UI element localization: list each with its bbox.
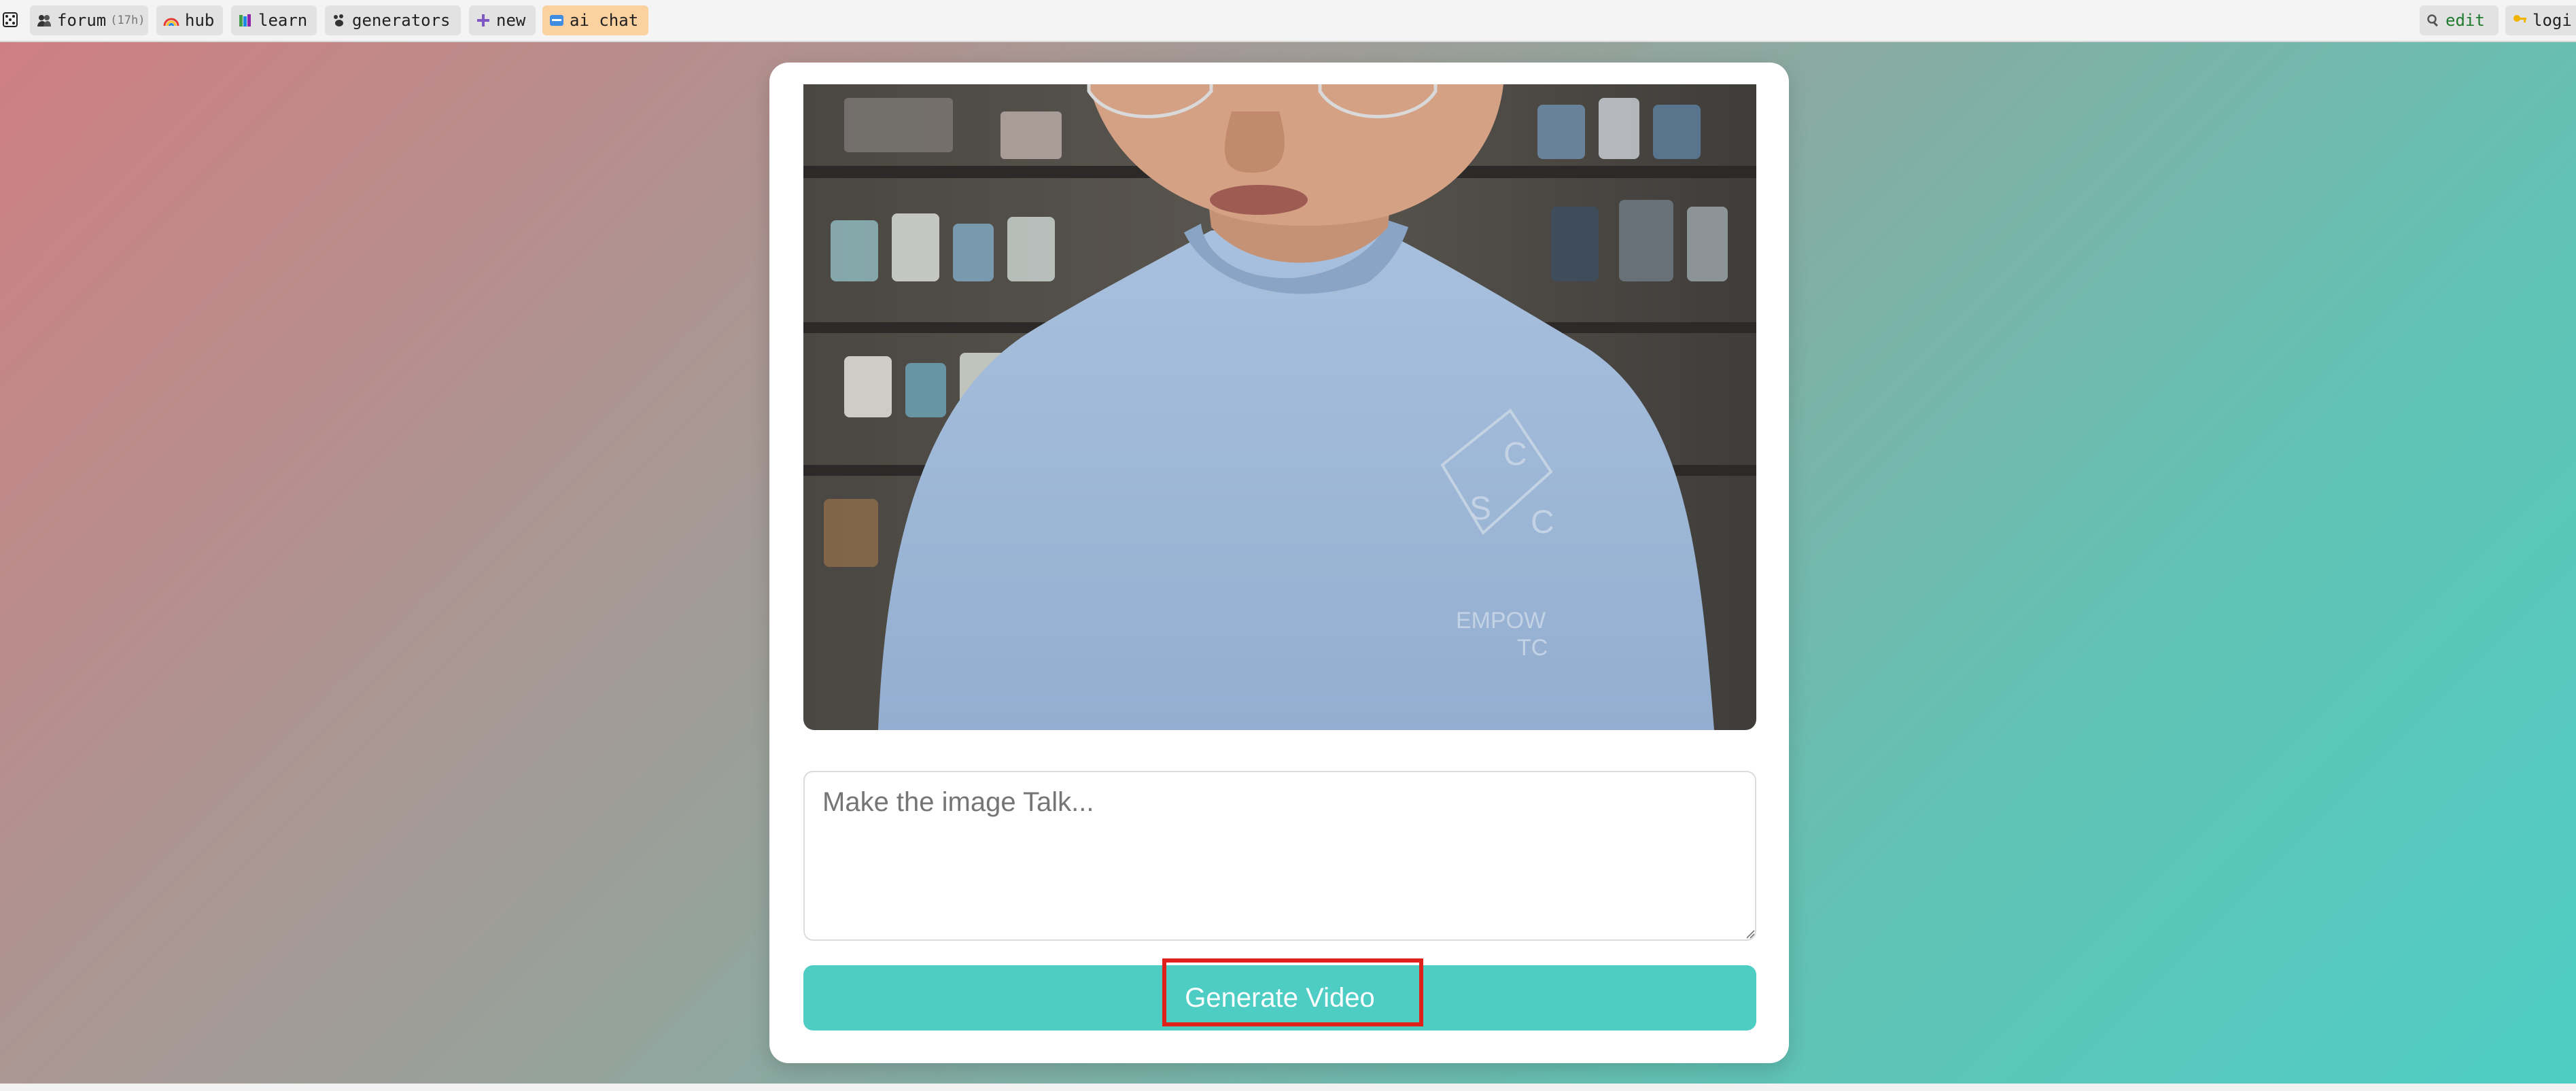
prompt-textarea[interactable] [803,771,1756,941]
svg-text:EMPOW: EMPOW [1456,608,1546,634]
magnifier-icon [2426,14,2440,27]
generate-video-button[interactable]: Generate Video [803,965,1756,1031]
footer-strip [0,1084,2576,1091]
generators-label: generators [352,11,451,30]
hub-button[interactable]: hub [156,5,223,35]
paw-icon [332,13,347,28]
forum-label: forum [57,11,107,30]
generators-button[interactable]: generators [325,5,461,35]
generator-card: C S C EMPOW TC Generate Video [769,63,1789,1063]
forum-button[interactable]: forum (17h) [30,5,148,35]
edit-button[interactable]: edit [2420,5,2499,35]
new-button[interactable]: new [469,5,536,35]
login-label: logi [2533,11,2572,30]
dice-icon[interactable] [0,10,20,30]
learn-label: learn [258,11,308,30]
edit-label: edit [2446,11,2485,30]
learn-button[interactable]: learn [231,5,317,35]
books-icon [238,13,253,28]
page-background: C S C EMPOW TC Generate Video [0,42,2576,1084]
key-icon [2512,13,2527,28]
plus-icon [476,13,491,28]
forum-badge: (17h) [110,14,145,27]
svg-text:C: C [1503,436,1527,472]
svg-text:S: S [1469,491,1491,527]
login-button[interactable]: logi [2505,5,2576,35]
hub-label: hub [185,11,215,30]
svg-text:TC: TC [1517,635,1548,661]
top-navigation-bar: forum (17h) hub learn generators new ai … [0,0,2576,42]
uploaded-image: C S C EMPOW TC [803,84,1756,730]
new-label: new [496,11,526,30]
people-icon [37,13,52,28]
ai-chat-button[interactable]: ai chat [542,5,648,35]
svg-text:C: C [1531,504,1554,540]
resize-handle-icon[interactable] [1745,929,1755,939]
ai-chat-label: ai chat [570,11,639,30]
new-badge-icon [549,13,564,28]
rainbow-icon [163,14,179,27]
